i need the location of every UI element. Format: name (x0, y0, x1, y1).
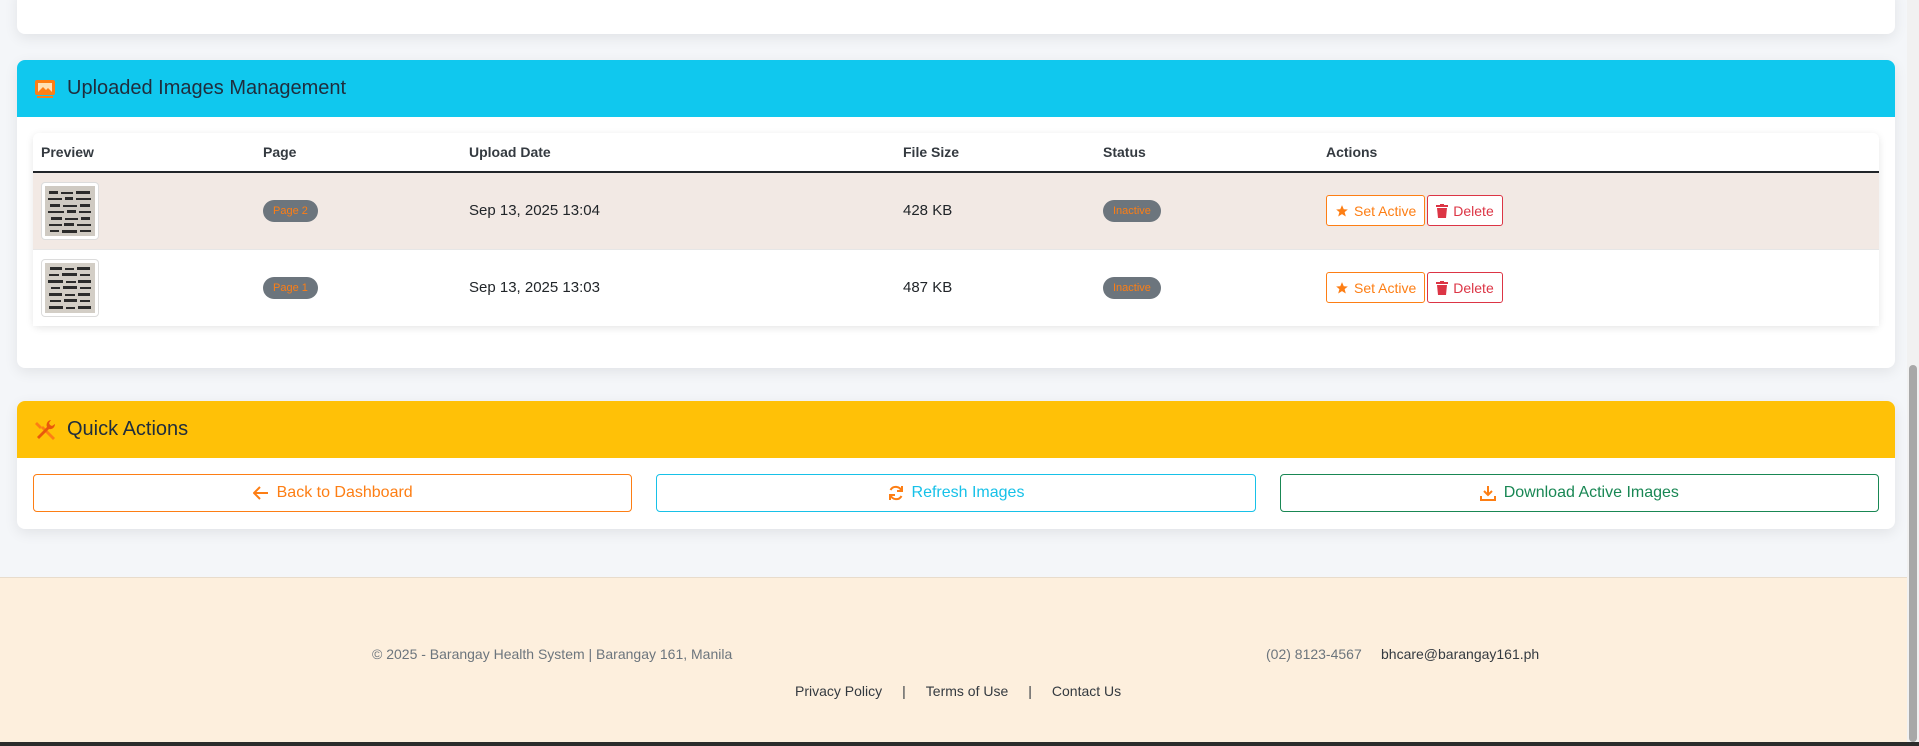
star-icon (1336, 204, 1348, 217)
arrow-left-icon (252, 486, 268, 500)
footer-email: bhcare@barangay161.ph (1381, 646, 1540, 662)
file-size: 487 KB (903, 279, 953, 297)
col-preview: Preview (33, 133, 255, 173)
table-row: Page 2 Sep 13, 2025 13:04 428 KB Inactiv… (33, 172, 1879, 249)
tools-icon (33, 418, 57, 442)
page-viewport: Uploaded Images Management Preview Page … (0, 0, 1907, 742)
col-status: Status (1095, 133, 1318, 173)
terms-of-use-link[interactable]: Terms of Use (926, 683, 1008, 699)
col-upload-date: Upload Date (461, 133, 895, 173)
previous-card (17, 0, 1895, 34)
delete-button[interactable]: Delete (1427, 272, 1503, 304)
trash-icon (1436, 280, 1449, 295)
file-size: 428 KB (903, 202, 953, 220)
upload-date: Sep 13, 2025 13:03 (469, 279, 600, 297)
set-active-button[interactable]: Set Active (1326, 272, 1426, 304)
refresh-images-button[interactable]: Refresh Images (656, 474, 1256, 512)
download-active-images-button[interactable]: Download Active Images (1279, 474, 1879, 512)
col-page: Page (255, 133, 461, 173)
contact-us-link[interactable]: Contact Us (1052, 683, 1121, 699)
image-thumbnail[interactable] (41, 181, 99, 240)
footer: © 2025 - Barangay Health System | Barang… (0, 577, 1907, 742)
quick-actions-card: Quick Actions Back to Dashboard Refresh … (17, 401, 1895, 529)
refresh-icon (888, 485, 903, 501)
back-to-dashboard-button[interactable]: Back to Dashboard (33, 474, 633, 512)
delete-button[interactable]: Delete (1427, 195, 1503, 227)
footer-separator: | (1028, 683, 1032, 699)
footer-links: Privacy Policy | Terms of Use | Contact … (795, 683, 1121, 699)
download-icon (1479, 486, 1496, 501)
col-file-size: File Size (895, 133, 1095, 173)
images-table: Preview Page Upload Date File Size Statu… (33, 133, 1879, 326)
images-table-container: Preview Page Upload Date File Size Statu… (33, 133, 1879, 326)
images-card-header: Uploaded Images Management (17, 60, 1895, 117)
trash-icon (1436, 203, 1449, 218)
images-card-title: Uploaded Images Management (67, 77, 347, 99)
star-icon (1336, 281, 1348, 294)
images-icon (33, 77, 57, 101)
scrollbar-thumb[interactable] (1909, 365, 1917, 742)
privacy-policy-link[interactable]: Privacy Policy (795, 683, 882, 699)
page-scrollbar[interactable] (1907, 0, 1919, 742)
col-actions: Actions (1318, 133, 1879, 173)
status-badge: Inactive (1103, 199, 1161, 222)
table-row: Page 1 Sep 13, 2025 13:03 487 KB Inactiv… (33, 249, 1879, 326)
page-badge: Page 2 (263, 199, 318, 222)
quick-actions-row: Back to Dashboard Refresh Images Downloa… (33, 474, 1879, 512)
page-badge: Page 1 (263, 276, 318, 299)
table-header-row: Preview Page Upload Date File Size Statu… (33, 133, 1879, 173)
upload-date: Sep 13, 2025 13:04 (469, 202, 600, 220)
status-badge: Inactive (1103, 276, 1161, 299)
image-thumbnail[interactable] (41, 258, 99, 317)
quick-actions-header: Quick Actions (17, 401, 1895, 458)
footer-phone: (02) 8123-4567 (1266, 646, 1362, 662)
quick-actions-title: Quick Actions (67, 418, 189, 440)
images-management-card: Uploaded Images Management Preview Page … (17, 60, 1895, 368)
footer-copyright: © 2025 - Barangay Health System | Barang… (372, 646, 733, 662)
footer-separator: | (902, 683, 906, 699)
set-active-button[interactable]: Set Active (1326, 195, 1426, 227)
